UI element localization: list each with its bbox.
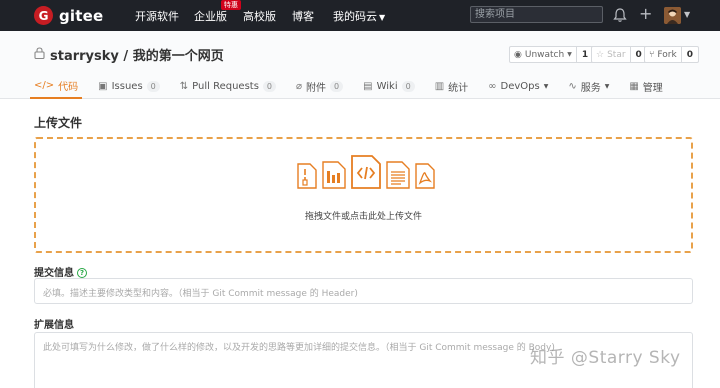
tab-stats[interactable]: ▥ 统计 <box>431 73 472 99</box>
archive-file-icon <box>297 163 317 189</box>
star-label: Star <box>607 49 626 60</box>
unwatch-label: Unwatch <box>524 49 565 60</box>
fork-icon: ⑂ <box>649 49 655 60</box>
tab-manage[interactable]: ▦ 管理 <box>625 73 666 99</box>
upload-title: 上传文件 <box>34 116 83 130</box>
eye-icon: ◉ <box>514 49 522 60</box>
nav-university[interactable]: 高校版 <box>243 8 276 24</box>
tab-wiki-count: 0 <box>401 80 415 92</box>
repo-tabs: </> 代码 ▣ Issues 0 ⇅ Pull Requests 0 ⌀ 附件… <box>30 73 679 99</box>
repo-name-link[interactable]: 我的第一个网页 <box>133 49 224 64</box>
top-navbar: G gitee 开源软件 企业版 特惠 高校版 博客 我的码云 ▼ 搜索项目 + … <box>0 0 720 31</box>
tab-devops-label: DevOps <box>500 80 540 92</box>
bell-icon[interactable] <box>613 7 627 23</box>
wiki-icon: ▤ <box>363 80 373 92</box>
star-button[interactable]: ☆ Star <box>592 47 631 62</box>
fork-count[interactable]: 0 <box>682 47 698 62</box>
tab-wiki-label: Wiki <box>376 80 398 92</box>
code-file-icon <box>351 155 381 189</box>
tab-stats-label: 统计 <box>448 82 469 94</box>
watch-button-group: ◉ Unwatch ▼ 1 <box>509 46 595 63</box>
commit-message-label: 提交信息? <box>34 264 87 279</box>
tab-attachments[interactable]: ⌀ 附件 0 <box>292 73 347 99</box>
text-file-icon <box>386 161 410 189</box>
chevron-down-icon: ▼ <box>604 82 610 90</box>
chevron-down-icon: ▼ <box>379 13 386 22</box>
chevron-down-icon[interactable]: ▼ <box>684 10 690 19</box>
chevron-down-icon: ▼ <box>543 82 549 90</box>
tab-code-label: 代码 <box>58 81 79 93</box>
tab-pull-requests-label: Pull Requests <box>192 80 259 92</box>
chevron-down-icon: ▼ <box>567 51 572 58</box>
zhihu-watermark: 知乎 @Starry Sky <box>530 348 681 368</box>
repo-path-separator: / <box>118 49 133 64</box>
repo-title: starrysky / 我的第一个网页 <box>50 45 224 64</box>
fork-button-group: ⑂ Fork 0 <box>644 46 699 63</box>
nav-enterprise[interactable]: 企业版 <box>194 8 227 24</box>
lock-icon <box>34 47 45 59</box>
avatar[interactable] <box>664 7 681 24</box>
commit-message-input[interactable]: 必填。描述主要修改类型和内容。（相当于 Git Commit message 的… <box>34 278 693 304</box>
nav-mygitee[interactable]: 我的码云 ▼ <box>333 8 385 24</box>
tab-issues[interactable]: ▣ Issues 0 <box>94 73 164 99</box>
pdf-file-icon <box>415 163 435 189</box>
tab-issues-count: 0 <box>146 80 160 92</box>
fork-label: Fork <box>657 49 677 60</box>
avatar-image <box>664 7 681 24</box>
pulse-icon: ∿ <box>568 80 577 92</box>
nav-blog[interactable]: 博客 <box>292 8 314 24</box>
code-icon: </> <box>34 79 55 91</box>
tab-issues-label: Issues <box>111 80 143 92</box>
plus-icon[interactable]: + <box>639 5 652 23</box>
enterprise-promo-badge: 特惠 <box>221 0 241 10</box>
unwatch-button[interactable]: ◉ Unwatch ▼ <box>510 47 577 62</box>
file-dropzone[interactable]: 拖拽文件或点击此处上传文件 <box>34 137 693 253</box>
repo-owner-link[interactable]: starrysky <box>50 49 119 64</box>
file-type-icons <box>297 155 435 189</box>
gitee-logo-text: gitee <box>59 6 104 25</box>
nav-mygitee-label: 我的码云 <box>333 10 377 23</box>
tab-wiki[interactable]: ▤ Wiki 0 <box>359 73 419 99</box>
fork-button[interactable]: ⑂ Fork <box>645 47 682 62</box>
tab-services-label: 服务 <box>580 82 601 94</box>
gitee-logo[interactable]: G gitee <box>34 6 103 25</box>
help-icon[interactable]: ? <box>77 268 87 278</box>
tab-attachments-count: 0 <box>330 80 344 92</box>
paperclip-icon: ⌀ <box>296 80 303 92</box>
star-button-group: ☆ Star 0 <box>591 46 648 63</box>
chart-file-icon <box>322 161 346 189</box>
infinity-icon: ∞ <box>488 80 497 92</box>
tab-code[interactable]: </> 代码 <box>30 73 83 99</box>
stats-icon: ▥ <box>434 80 445 92</box>
extended-message-label: 扩展信息 <box>34 320 74 331</box>
star-icon: ☆ <box>596 49 605 60</box>
dropzone-hint: 拖拽文件或点击此处上传文件 <box>304 212 422 222</box>
issues-icon: ▣ <box>98 80 108 92</box>
tab-devops[interactable]: ∞ DevOps ▼ <box>484 73 552 99</box>
tab-manage-label: 管理 <box>642 82 663 94</box>
pull-request-icon: ⇅ <box>179 80 189 92</box>
tab-pull-requests-count: 0 <box>262 80 277 92</box>
search-input[interactable]: 搜索项目 <box>470 6 603 23</box>
tab-pull-requests[interactable]: ⇅ Pull Requests 0 <box>176 73 280 99</box>
gitee-logo-mark: G <box>34 6 53 25</box>
tab-attachments-label: 附件 <box>306 82 327 94</box>
settings-icon: ▦ <box>629 80 639 92</box>
tab-services[interactable]: ∿ 服务 ▼ <box>564 73 613 99</box>
nav-opensource[interactable]: 开源软件 <box>135 8 179 24</box>
